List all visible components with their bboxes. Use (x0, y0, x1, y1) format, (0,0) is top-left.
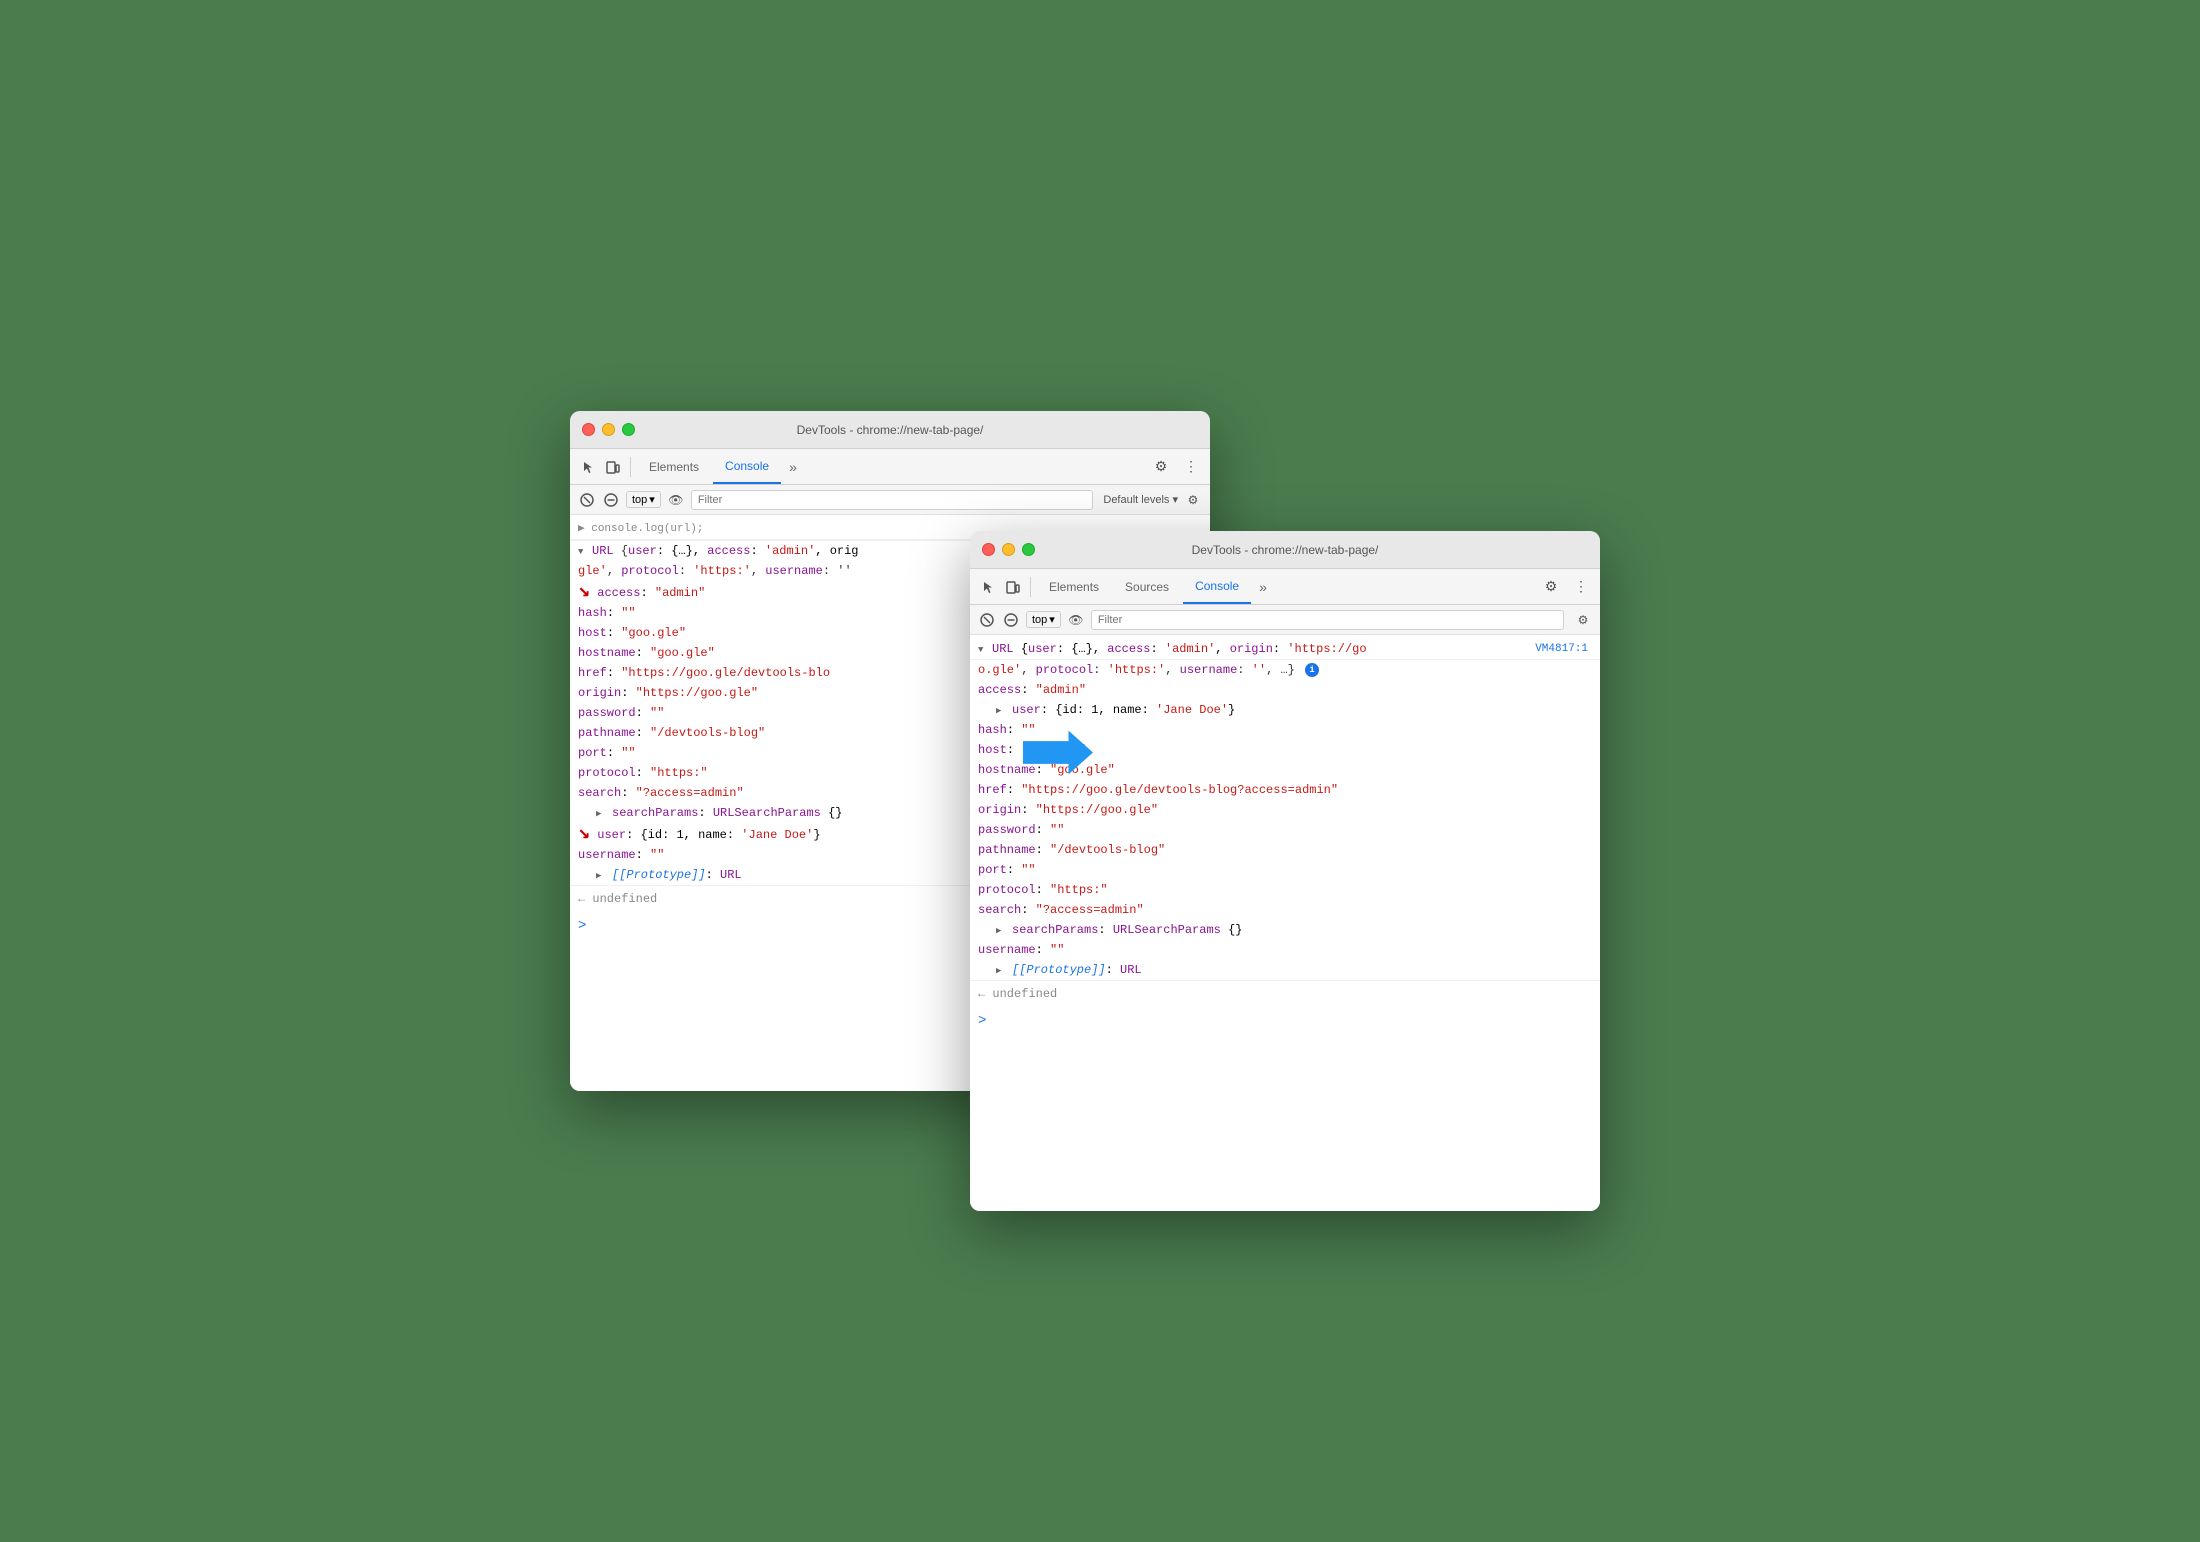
tab-console-front[interactable]: Console (1183, 569, 1251, 604)
maximize-button-front[interactable] (1022, 543, 1035, 556)
minimize-button-back[interactable] (602, 423, 615, 436)
tab-more-front[interactable]: » (1253, 579, 1273, 595)
settings-icon-front[interactable]: ⚙ (1540, 576, 1562, 598)
console-toolbar-front: top ▾ 👁 ⚙ (970, 605, 1600, 635)
top-label-front: top (1032, 614, 1047, 626)
tab-sources-front[interactable]: Sources (1113, 569, 1181, 604)
port-line-front: port: "" (970, 860, 1600, 880)
titlebar-front: DevTools - chrome://new-tab-page/ (970, 531, 1600, 569)
search-line-front: search: "?access=admin" (970, 900, 1600, 920)
searchparams-line-front: ▶ searchParams: URLSearchParams {} (970, 920, 1600, 940)
settings-icon-console-front[interactable]: ⚙ (1574, 611, 1592, 629)
toolbar-divider-back (630, 457, 631, 477)
top-select-back[interactable]: top ▾ (626, 491, 661, 508)
user-expand-front[interactable]: ▶ user: {id: 1, name: 'Jane Doe'} (970, 700, 1600, 720)
device-icon-back[interactable] (602, 456, 624, 478)
traffic-lights-front (982, 543, 1035, 556)
top-select-front[interactable]: top ▾ (1026, 611, 1061, 628)
filter-input-back[interactable] (691, 490, 1094, 510)
close-button-front[interactable] (982, 543, 995, 556)
url-cont-front: o.gle', protocol: 'https:', username: ''… (970, 660, 1600, 680)
prototype-line-front: ▶ [[Prototype]]: URL (970, 960, 1600, 980)
console-output-front: ▼ VM4817:1 URL {user: {…}, access: 'admi… (970, 635, 1600, 1211)
settings-icon-back[interactable]: ⚙ (1150, 456, 1172, 478)
tab-bar-front: Elements Sources Console » ⚙ ⋮ (970, 569, 1600, 605)
close-button-back[interactable] (582, 423, 595, 436)
eye-icon-back[interactable]: 👁 (667, 491, 685, 509)
traffic-lights-back (582, 423, 635, 436)
default-levels-back[interactable]: Default levels ▾ (1103, 493, 1178, 506)
undefined-line-front: ← undefined (970, 980, 1600, 1007)
settings-icon-console-back[interactable]: ⚙ (1184, 491, 1202, 509)
titlebar-back: DevTools - chrome://new-tab-page/ (570, 411, 1210, 449)
password-line-front: password: "" (970, 820, 1600, 840)
pathname-line-front: pathname: "/devtools-blog" (970, 840, 1600, 860)
tab-console-back[interactable]: Console (713, 449, 781, 484)
tab-elements-front[interactable]: Elements (1037, 569, 1111, 604)
direction-arrow (1023, 728, 1093, 783)
cursor-icon-back[interactable] (578, 456, 600, 478)
clear-icon-back[interactable] (578, 491, 596, 509)
eye-icon-front[interactable]: 👁 (1067, 611, 1085, 629)
filter-input-front[interactable] (1091, 610, 1564, 630)
href-line-front: href: "https://goo.gle/devtools-blog?acc… (970, 780, 1600, 800)
devtools-window-front: DevTools - chrome://new-tab-page/ Elemen… (970, 531, 1600, 1211)
cursor-icon-front[interactable] (978, 576, 1000, 598)
origin-line-front: origin: "https://goo.gle" (970, 800, 1600, 820)
username-line-front: username: "" (970, 940, 1600, 960)
block-icon-front[interactable] (1002, 611, 1020, 629)
console-toolbar-back: top ▾ 👁 Default levels ▾ ⚙ (570, 485, 1210, 515)
clear-icon-front[interactable] (978, 611, 996, 629)
source-ref: VM4817:1 (1535, 640, 1588, 658)
prompt-line-front[interactable]: > (970, 1007, 1600, 1036)
window-content-front: Elements Sources Console » ⚙ ⋮ top (970, 569, 1600, 1211)
device-icon-front[interactable] (1002, 576, 1024, 598)
url-object-line-front: ▼ VM4817:1 URL {user: {…}, access: 'admi… (970, 639, 1600, 660)
dropdown-arrow-back: ▾ (649, 493, 655, 506)
dropdown-arrow-front: ▾ (1049, 613, 1055, 626)
block-icon-back[interactable] (602, 491, 620, 509)
more-icon-front[interactable]: ⋮ (1570, 576, 1592, 598)
minimize-button-front[interactable] (1002, 543, 1015, 556)
more-icon-back[interactable]: ⋮ (1180, 456, 1202, 478)
toolbar-divider-front (1030, 577, 1031, 597)
window-title-back: DevTools - chrome://new-tab-page/ (797, 423, 984, 437)
info-badge[interactable]: i (1305, 663, 1319, 677)
protocol-line-front: protocol: "https:" (970, 880, 1600, 900)
window-title-front: DevTools - chrome://new-tab-page/ (1192, 543, 1379, 557)
tab-more-back[interactable]: » (783, 459, 803, 475)
access-line-front: access: "admin" (970, 680, 1600, 700)
maximize-button-back[interactable] (622, 423, 635, 436)
tab-elements-back[interactable]: Elements (637, 449, 711, 484)
tab-bar-back: Elements Console » ⚙ ⋮ (570, 449, 1210, 485)
top-label-back: top (632, 494, 647, 506)
